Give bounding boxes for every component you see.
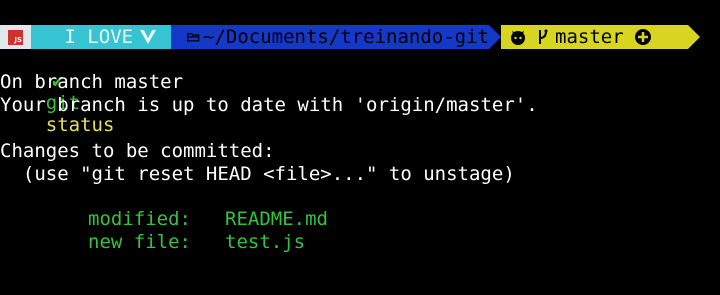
git-segment: master — [501, 25, 688, 49]
vue-icon — [140, 30, 157, 44]
modified-label: modified: — [88, 208, 191, 230]
prompt-bar: JS I LOVE ~/Documents/treinando-git mast… — [0, 25, 700, 49]
output-changes-heading: Changes to be committed: — [0, 140, 275, 162]
current-path: ~/Documents/treinando-git — [203, 26, 489, 48]
segment-separator-icon — [159, 25, 171, 49]
javascript-icon: JS — [8, 29, 23, 45]
branch-name: master — [555, 26, 624, 48]
modified-file: README.md — [225, 208, 328, 230]
love-text: I LOVE — [53, 26, 134, 48]
new-file: test.js — [225, 231, 306, 253]
output-up-to-date: Your branch is up to date with 'origin/m… — [0, 94, 538, 116]
segment-separator-icon — [688, 25, 700, 49]
output-branch: On branch master — [0, 71, 184, 93]
staged-changes-icon — [634, 29, 651, 45]
command-args: status — [45, 114, 115, 136]
folder-icon — [187, 33, 200, 42]
terminal-window[interactable]: JS I LOVE ~/Documents/treinando-git mast… — [0, 0, 720, 295]
love-segment: I LOVE — [31, 25, 171, 49]
segment-separator-icon — [489, 25, 501, 49]
output-unstage-hint: (use "git reset HEAD <file>..." to unsta… — [0, 163, 515, 185]
new-file-label: new file: — [88, 231, 191, 253]
github-icon — [511, 31, 525, 45]
path-segment: ~/Documents/treinando-git — [171, 25, 489, 49]
branch-icon — [539, 29, 548, 44]
logo-segment: JS — [0, 25, 31, 49]
